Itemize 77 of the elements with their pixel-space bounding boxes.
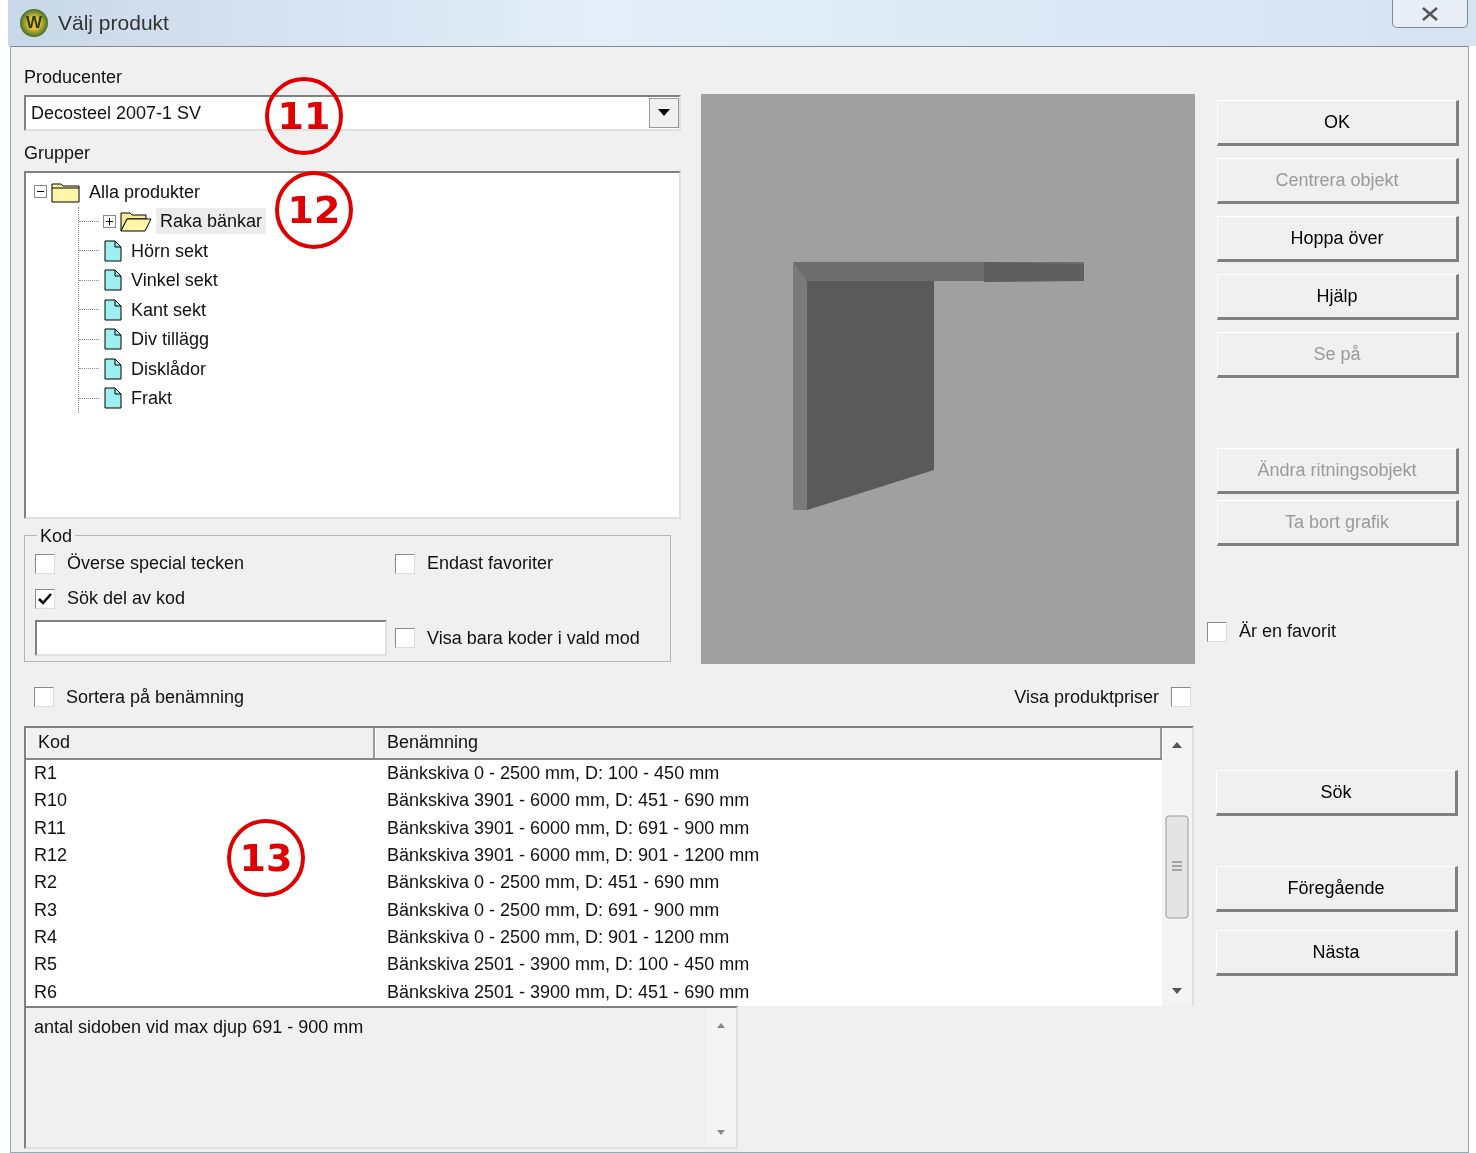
table-cell: Bänkskiva 0 - 2500 mm, D: 901 - 1200 mm	[387, 927, 730, 948]
tree-item[interactable]: Vinkel sekt	[127, 267, 222, 294]
app-logo: W	[20, 9, 48, 37]
checkbox-label: Överse special tecken	[67, 552, 245, 575]
table-cell: R10	[34, 790, 68, 811]
table-cell: R11	[34, 817, 66, 838]
checkbox[interactable]	[35, 553, 55, 574]
scrollbar[interactable]	[1162, 728, 1192, 1006]
scroll-down-icon[interactable]	[717, 1130, 725, 1135]
document-icon	[103, 357, 123, 380]
checkbox[interactable]	[1171, 687, 1191, 707]
table-cell: R4	[34, 927, 57, 948]
dropdown-value: Decosteel 2007-1 SV	[31, 101, 202, 125]
checkbox[interactable]	[34, 687, 54, 707]
checkbox-label: Endast favoriter	[427, 552, 554, 575]
tree-item[interactable]: Raka bänkar	[156, 208, 267, 235]
scroll-up-icon[interactable]	[717, 1023, 725, 1028]
table-cell: Bänkskiva 0 - 2500 mm, D: 451 - 690 mm	[387, 872, 720, 893]
checkbox[interactable]	[35, 588, 55, 609]
description-text: antal sidoben vid max djup 691 - 900 mm	[33, 1016, 365, 1039]
checkbox-label: Är en favorit	[1239, 620, 1337, 643]
tree-item[interactable]: Hörn sekt	[127, 237, 213, 264]
checkbox[interactable]	[395, 628, 415, 648]
scroll-thumb[interactable]	[1165, 815, 1189, 919]
table-cell: R2	[34, 872, 57, 893]
caret-icon	[658, 109, 670, 117]
table-cell: R1	[34, 763, 57, 783]
checkbox-label: Visa produktpriser	[1014, 685, 1159, 709]
table-cell: R5	[34, 954, 57, 975]
table-cell: Bänkskiva 0 - 2500 mm, D: 100 - 450 mm	[387, 763, 720, 783]
scroll-down-icon[interactable]	[1172, 988, 1182, 994]
table-cell: Bänkskiva 0 - 2500 mm, D: 691 - 900 mm	[387, 899, 720, 920]
tree-item[interactable]: Kant sekt	[127, 296, 211, 323]
tree-item[interactable]: Alla produkter	[85, 178, 205, 205]
button[interactable]: OK	[1217, 100, 1459, 146]
scroll-up-icon[interactable]	[1172, 742, 1182, 748]
tree-item[interactable]: Frakt	[127, 385, 176, 412]
checkbox-label: Visa bara koder i vald mod	[427, 626, 640, 650]
document-icon	[103, 387, 123, 410]
button[interactable]: Hjälp	[1217, 274, 1459, 320]
close-icon	[1420, 5, 1440, 22]
field-label: Producenter	[24, 66, 124, 89]
tree-item[interactable]: Disklådor	[127, 355, 211, 382]
checkbox[interactable]	[395, 553, 415, 574]
callout-number: 12	[275, 171, 353, 249]
button[interactable]: Föregående	[1216, 866, 1458, 912]
table-cell: Bänkskiva 3901 - 6000 mm, D: 691 - 900 mm	[387, 817, 750, 838]
scrollbar[interactable]	[706, 1008, 736, 1147]
document-icon	[103, 269, 123, 292]
open-folder-icon	[120, 210, 152, 233]
code-input-field[interactable]	[35, 620, 387, 656]
table-cell: Bänkskiva 3901 - 6000 mm, D: 901 - 1200 mm	[387, 845, 760, 866]
callout-number: 11	[265, 77, 343, 155]
callout-number: 13	[227, 819, 305, 897]
checkbox-label: Sök del av kod	[67, 587, 186, 610]
field-label: Grupper	[24, 142, 92, 165]
table-cell: R3	[34, 899, 57, 920]
button[interactable]: Hoppa över	[1217, 216, 1459, 262]
tree-item[interactable]: Div tillägg	[127, 326, 214, 353]
table-cell: Bänkskiva 2501 - 3900 mm, D: 451 - 690 mm	[387, 981, 750, 1002]
close-button[interactable]	[1392, 0, 1468, 28]
document-icon	[103, 239, 123, 262]
button[interactable]: Sök	[1216, 770, 1458, 816]
collapse-icon[interactable]	[34, 185, 47, 199]
document-icon	[103, 298, 123, 321]
column-header[interactable]: Kod	[26, 728, 375, 758]
button[interactable]: Nästa	[1216, 930, 1458, 976]
checkbox[interactable]	[1207, 621, 1227, 642]
table-cell: Bänkskiva 2501 - 3900 mm, D: 100 - 450 mm	[387, 954, 750, 975]
window-title: Välj produkt	[58, 10, 169, 37]
table-cell: Bänkskiva 3901 - 6000 mm, D: 451 - 690 mm	[387, 790, 750, 811]
expand-icon[interactable]	[103, 214, 116, 228]
folder-icon	[51, 180, 81, 203]
table-cell: R6	[34, 981, 57, 1002]
checkbox-label: Sortera på benämning	[66, 685, 245, 709]
document-icon	[103, 328, 123, 351]
table-cell: R12	[34, 845, 68, 866]
